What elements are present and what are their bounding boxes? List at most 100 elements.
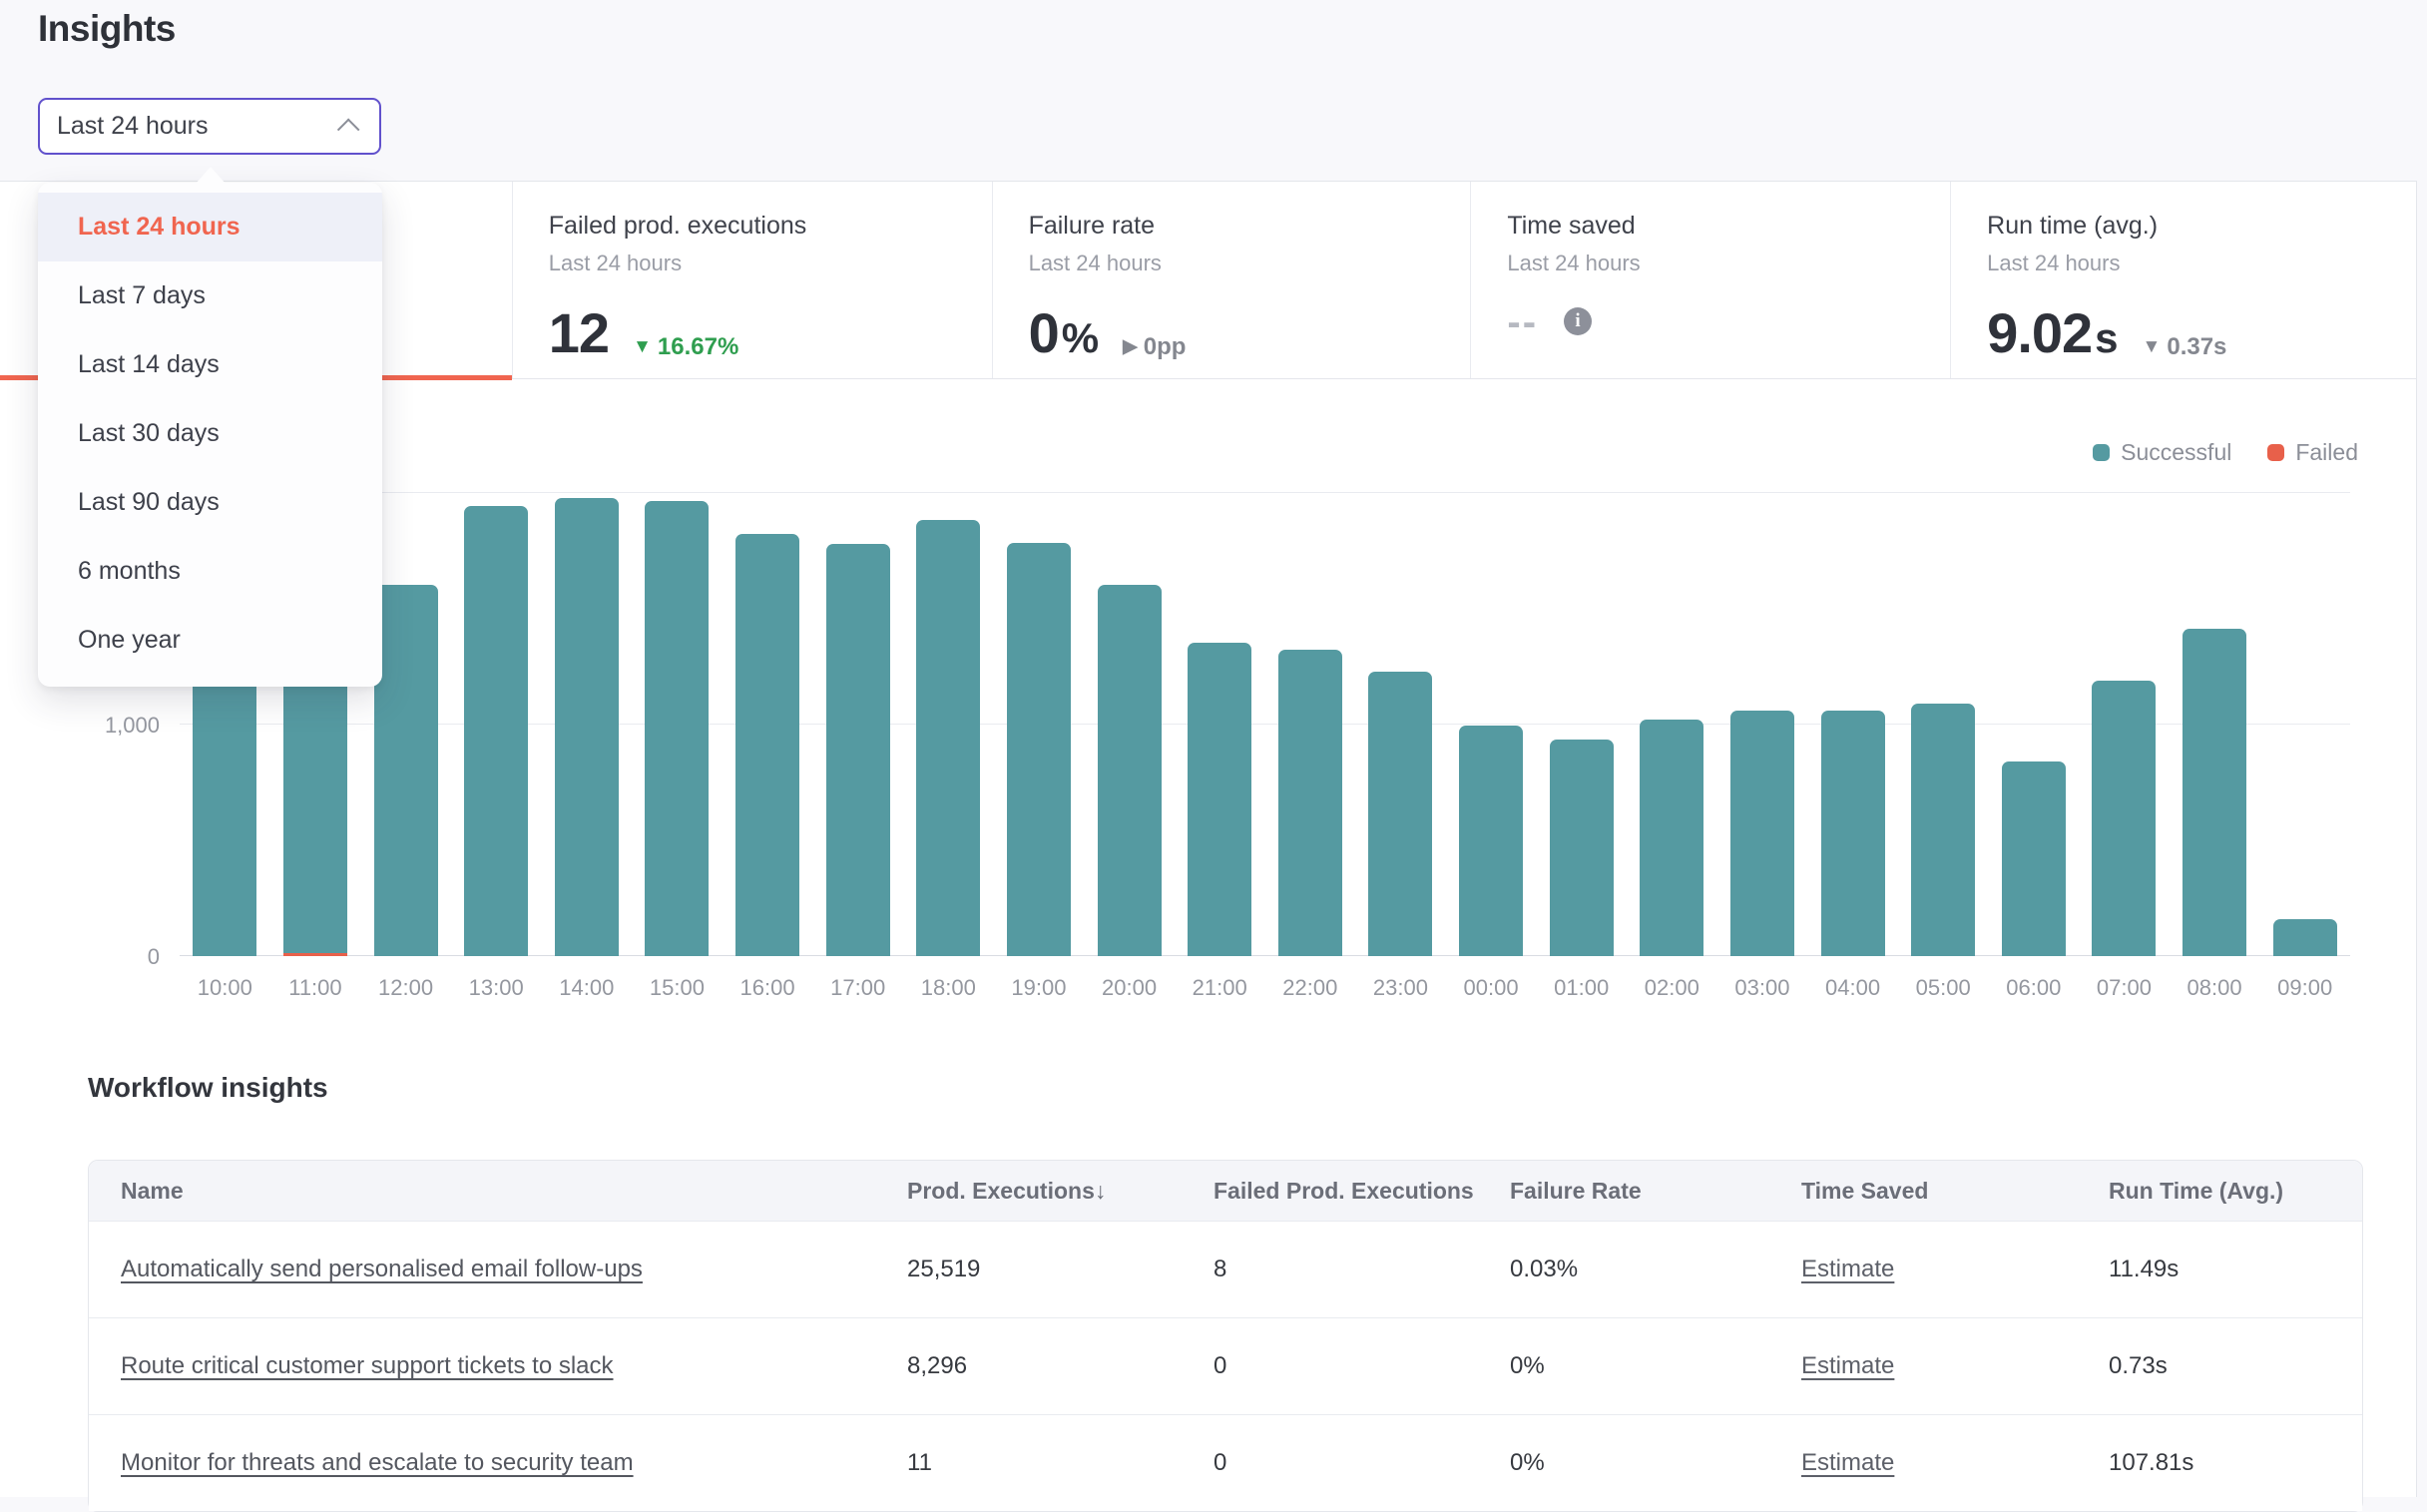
column-header-failure-rate[interactable]: Failure Rate — [1510, 1178, 1801, 1205]
time-range-select[interactable]: Last 24 hours — [38, 98, 381, 155]
card-value: 12 — [549, 300, 609, 365]
chart-legend: Successful Failed — [2093, 439, 2358, 466]
menu-option[interactable]: Last 14 days — [38, 330, 382, 399]
card-subtitle: Last 24 hours — [1029, 251, 1451, 276]
card-delta-text: 0.37s — [2167, 333, 2226, 361]
info-icon[interactable]: i — [1564, 307, 1592, 335]
bar-05:00[interactable] — [1911, 704, 1975, 956]
bar-17:00[interactable] — [826, 544, 890, 956]
workflow-name-link[interactable]: Monitor for threats and escalate to secu… — [121, 1449, 634, 1476]
estimate-link[interactable]: Estimate — [1801, 1449, 1894, 1476]
legend-label: Failed — [2295, 439, 2358, 466]
metric-card-failure-rate[interactable]: Failure rate Last 24 hours 0 % ▶ 0pp — [992, 182, 1471, 378]
card-title: Time saved — [1507, 212, 1930, 241]
card-delta: ▼ 0.37s — [2143, 333, 2227, 361]
cell-failure-rate: 0.03% — [1510, 1256, 1801, 1283]
bar-03:00[interactable] — [1730, 711, 1794, 956]
cell-run-time-avg: 11.49s — [2109, 1256, 2362, 1283]
bar-08:00[interactable] — [2183, 629, 2246, 956]
card-delta-text: 16.67% — [658, 333, 738, 361]
cell-run-time-avg: 107.81s — [2109, 1449, 2362, 1477]
menu-option[interactable]: 6 months — [38, 537, 382, 606]
workflow-insights-table: NameProd. Executions↓Failed Prod. Execut… — [88, 1160, 2363, 1512]
bar-23:00[interactable] — [1368, 672, 1432, 956]
bar-06:00[interactable] — [2002, 761, 2066, 956]
estimate-link[interactable]: Estimate — [1801, 1256, 1894, 1282]
menu-option[interactable]: Last 30 days — [38, 399, 382, 468]
card-value-unit: % — [1062, 314, 1099, 362]
column-header-prod-executions[interactable]: Prod. Executions↓ — [907, 1178, 1214, 1205]
cell-failed-prod-executions: 8 — [1214, 1256, 1510, 1283]
bar-00:00[interactable] — [1459, 726, 1523, 956]
card-subtitle: Last 24 hours — [1987, 251, 2396, 276]
column-header-run-time-avg[interactable]: Run Time (Avg.) — [2109, 1178, 2362, 1205]
legend-swatch — [2093, 444, 2110, 461]
bar-02:00[interactable] — [1640, 720, 1703, 956]
time-range-select-value: Last 24 hours — [57, 112, 343, 141]
menu-option[interactable]: One year — [38, 606, 382, 675]
y-tick-label: 1,000 — [10, 713, 160, 739]
x-tick-label: 02:00 — [1627, 975, 1717, 1001]
column-header-time-saved[interactable]: Time Saved — [1801, 1178, 2109, 1205]
bar-01:00[interactable] — [1550, 740, 1614, 956]
column-header-failed-prod-executions[interactable]: Failed Prod. Executions — [1214, 1178, 1510, 1205]
x-tick-label: 13:00 — [451, 975, 542, 1001]
card-delta-text: 0pp — [1144, 333, 1187, 361]
card-subtitle: Last 24 hours — [1507, 251, 1930, 276]
bar-16:00[interactable] — [735, 534, 799, 956]
bar-07:00[interactable] — [2092, 681, 2156, 956]
table-row: Automatically send personalised email fo… — [89, 1221, 2362, 1317]
bar-14:00[interactable] — [555, 498, 619, 956]
bar-18:00[interactable] — [916, 520, 980, 956]
menu-option[interactable]: Last 24 hours — [38, 193, 382, 261]
card-subtitle: Last 24 hours — [549, 251, 972, 276]
x-tick-label: 11:00 — [270, 975, 361, 1001]
cell-failure-rate: 0% — [1510, 1449, 1801, 1477]
x-tick-label: 20:00 — [1084, 975, 1175, 1001]
dropdown-caret — [196, 167, 226, 184]
card-value-empty: -- — [1507, 300, 1538, 345]
card-delta: ▼ 16.67% — [633, 333, 738, 361]
cell-prod-executions: 8,296 — [907, 1352, 1214, 1380]
time-range-menu: Last 24 hoursLast 7 daysLast 14 daysLast… — [38, 183, 382, 687]
legend-swatch — [2267, 444, 2284, 461]
cell-failed-prod-executions: 0 — [1214, 1449, 1510, 1477]
bar-20:00[interactable] — [1098, 585, 1162, 956]
menu-option[interactable]: Last 7 days — [38, 261, 382, 330]
x-tick-label: 04:00 — [1807, 975, 1898, 1001]
column-header-name[interactable]: Name — [121, 1178, 907, 1205]
x-tick-label: 21:00 — [1175, 975, 1265, 1001]
cell-run-time-avg: 0.73s — [2109, 1352, 2362, 1380]
legend-label: Successful — [2121, 439, 2231, 466]
workflow-insights-heading: Workflow insights — [88, 1072, 328, 1104]
metric-card-failed-prod-executions[interactable]: Failed prod. executions Last 24 hours 12… — [512, 182, 992, 378]
table-row: Monitor for threats and escalate to secu… — [89, 1414, 2362, 1511]
metric-card-run-time-avg[interactable]: Run time (avg.) Last 24 hours 9.02 s ▼ 0… — [1950, 182, 2416, 378]
legend-item-failed[interactable]: Failed — [2267, 439, 2358, 466]
bar-15:00[interactable] — [645, 501, 709, 956]
card-title: Run time (avg.) — [1987, 212, 2396, 241]
cell-failure-rate: 0% — [1510, 1352, 1801, 1380]
chart-x-axis: 10:0011:0012:0013:0014:0015:0016:0017:00… — [180, 975, 2350, 1001]
estimate-link[interactable]: Estimate — [1801, 1352, 1894, 1379]
bar-22:00[interactable] — [1278, 650, 1342, 956]
x-tick-label: 03:00 — [1717, 975, 1808, 1001]
workflow-name-link[interactable]: Automatically send personalised email fo… — [121, 1256, 643, 1282]
bar-04:00[interactable] — [1821, 711, 1885, 956]
bar-12:00[interactable] — [374, 585, 438, 956]
workflow-name-link[interactable]: Route critical customer support tickets … — [121, 1352, 614, 1379]
x-tick-label: 06:00 — [1989, 975, 2080, 1001]
bar-21:00[interactable] — [1188, 643, 1251, 956]
metric-card-time-saved[interactable]: Time saved Last 24 hours -- i — [1470, 182, 1950, 378]
x-tick-label: 23:00 — [1355, 975, 1446, 1001]
bar-09:00[interactable] — [2273, 919, 2337, 956]
menu-option[interactable]: Last 90 days — [38, 468, 382, 537]
card-delta: ▶ 0pp — [1123, 333, 1186, 361]
bar-13:00[interactable] — [464, 506, 528, 956]
triangle-right-icon: ▶ — [1123, 335, 1138, 358]
legend-item-successful[interactable]: Successful — [2093, 439, 2231, 466]
x-tick-label: 07:00 — [2079, 975, 2170, 1001]
x-tick-label: 22:00 — [1265, 975, 1356, 1001]
bar-19:00[interactable] — [1007, 543, 1071, 956]
table-row: Route critical customer support tickets … — [89, 1317, 2362, 1414]
